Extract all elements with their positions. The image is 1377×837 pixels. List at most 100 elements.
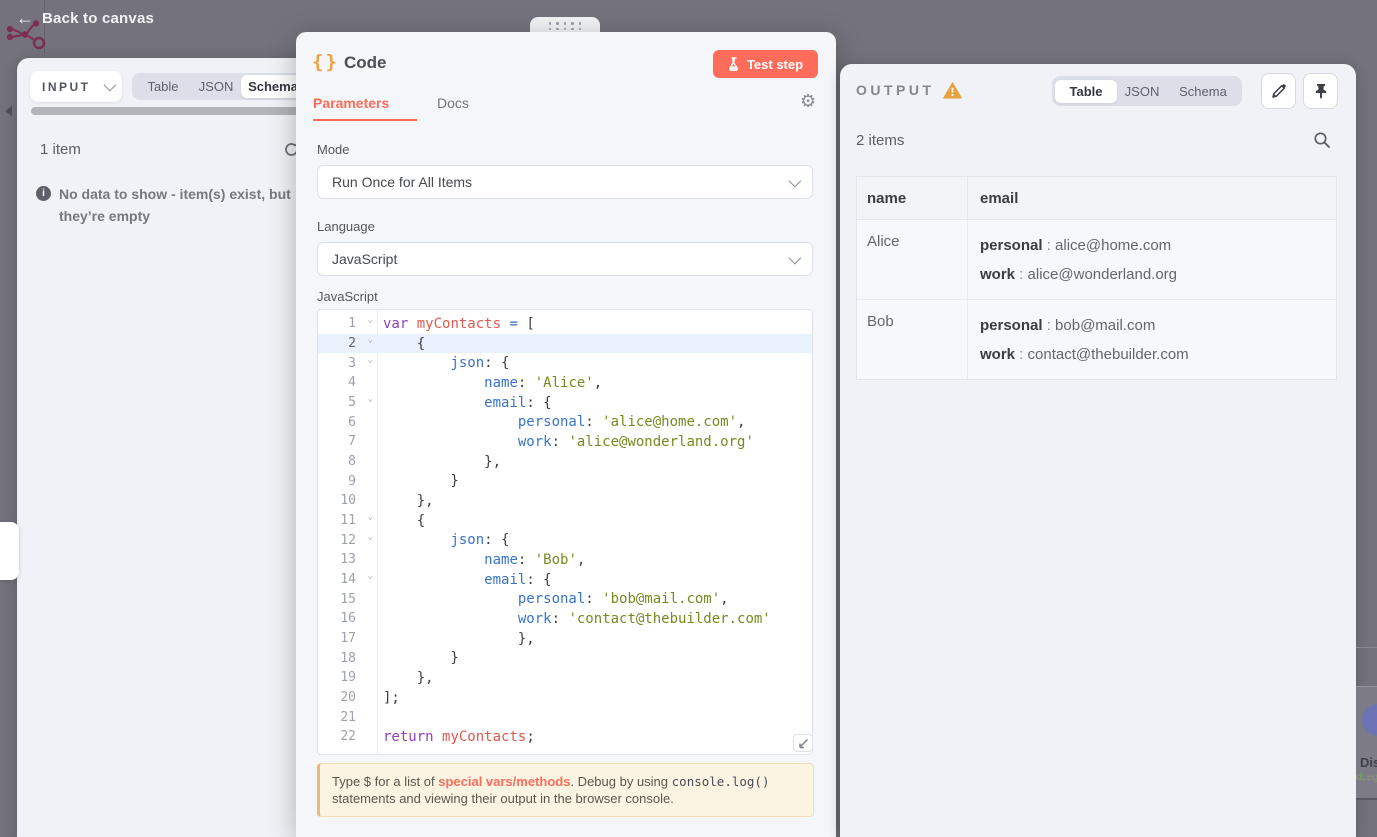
n8n-node-details-view: ← Back to canvas INPUT Table JSON Schema… (0, 0, 1377, 837)
tab-docs[interactable]: Docs (437, 95, 469, 111)
email-entry: work : contact@thebuilder.com (980, 346, 1189, 363)
gutter-separator (377, 310, 378, 754)
special-vars-link[interactable]: special vars/methods (438, 774, 570, 789)
code-line[interactable]: 12 ⌄ json: { (318, 530, 812, 550)
line-number: 12 ⌄ (340, 531, 373, 548)
search-icon[interactable] (1313, 131, 1331, 149)
chevron-down-icon (788, 251, 802, 264)
email-entry: personal : bob@mail.com (980, 317, 1156, 334)
code-line[interactable]: 17 }, (318, 629, 812, 649)
code-line[interactable]: 4 name: 'Alice', (318, 373, 812, 393)
node-settings-gear-icon[interactable]: ⚙ (800, 92, 816, 110)
input-source-selector[interactable]: INPUT (30, 71, 122, 102)
fold-chevron-icon[interactable]: ⌄ (368, 315, 373, 325)
code-line[interactable]: 9 } (318, 471, 812, 491)
line-number: 22 (340, 729, 356, 745)
code-line[interactable]: 19 }, (318, 668, 812, 688)
line-number: 11 ⌄ (340, 512, 373, 529)
code-text: email: { (484, 571, 552, 588)
output-tab-json[interactable]: JSON (1117, 80, 1167, 103)
code-line[interactable]: 18 } (318, 648, 812, 668)
code-text: } (383, 473, 459, 490)
test-step-button[interactable]: Test step (713, 50, 818, 78)
code-text: name: 'Alice', (484, 374, 603, 391)
code-line[interactable]: 10 }, (318, 491, 812, 511)
fold-chevron-icon[interactable]: ⌄ (368, 355, 373, 365)
code-editor[interactable]: 1 ⌄ var myContacts = [2 ⌄ {3 ⌄ json: {4 name… (317, 309, 813, 755)
canvas-node-subtitle: dLega (1356, 772, 1377, 783)
code-text: }, (383, 453, 502, 470)
fold-chevron-icon[interactable]: ⌄ (368, 571, 373, 581)
code-text: return myContacts; (383, 728, 535, 745)
canvas-node-edge (1356, 647, 1377, 648)
language-select-value: JavaScript (332, 251, 398, 267)
fold-chevron-icon[interactable]: ⌄ (368, 512, 373, 522)
back-arrow-icon: ← (16, 8, 34, 28)
pin-data-button[interactable] (1303, 73, 1338, 109)
fold-chevron-icon[interactable]: ⌄ (368, 335, 373, 345)
column-header-email: email (980, 189, 1019, 207)
email-entry: work : alice@wonderland.org (980, 266, 1178, 283)
code-line[interactable]: 5 ⌄ email: { (318, 393, 812, 413)
editor-hint-box: Type $ for a list of special vars/method… (317, 763, 814, 817)
input-empty-message: No data to show - item(s) exist, but the… (59, 186, 291, 224)
hint-text: . Debug by using (570, 774, 672, 789)
cell-name: Bob (857, 300, 968, 379)
line-number: 19 (340, 670, 356, 686)
input-tab-table[interactable]: Table (135, 75, 191, 98)
test-step-label: Test step (746, 56, 804, 72)
code-line[interactable]: 11 ⌄ { (318, 511, 812, 531)
code-text: email: { (484, 394, 552, 411)
mode-field-label: Mode (317, 142, 350, 157)
code-line[interactable]: 2 ⌄ { (318, 333, 812, 354)
fold-chevron-icon[interactable]: ⌄ (368, 394, 373, 404)
resize-arrow-icon (798, 738, 808, 748)
code-line[interactable]: 16 work: 'contact@thebuilder.com' (318, 609, 812, 629)
output-view-tabs: Table JSON Schema (1052, 76, 1242, 106)
line-number: 20 (340, 690, 356, 706)
code-line[interactable]: 14 ⌄ email: { (318, 570, 812, 590)
flask-icon (729, 57, 738, 71)
code-line[interactable]: 22 return myContacts; (318, 727, 812, 747)
active-tab-underline (313, 119, 417, 121)
line-number: 7 (348, 434, 356, 450)
code-line[interactable]: 1 ⌄ var myContacts = [ (318, 314, 812, 334)
editor-resize-handle[interactable] (793, 734, 813, 752)
edit-output-button[interactable] (1261, 73, 1296, 109)
canvas-node-bottom-edge (1356, 798, 1377, 800)
mode-select[interactable]: Run Once for All Items (317, 165, 813, 199)
pencil-icon (1271, 84, 1286, 98)
code-line[interactable]: 6 personal: 'alice@home.com', (318, 412, 812, 432)
code-line[interactable]: 3 ⌄ json: { (318, 353, 812, 373)
mode-select-value: Run Once for All Items (332, 174, 473, 190)
input-tab-json[interactable]: JSON (191, 75, 241, 98)
code-line[interactable]: 15 personal: 'bob@mail.com', (318, 589, 812, 609)
output-tab-table[interactable]: Table (1055, 79, 1117, 103)
code-text: work: 'alice@wonderland.org' (517, 433, 754, 450)
code-text: { (383, 512, 426, 529)
output-tab-schema[interactable]: Schema (1167, 80, 1239, 103)
chevron-down-icon (103, 78, 117, 92)
language-field-label: Language (317, 219, 375, 234)
code-text: work: 'contact@thebuilder.com' (517, 610, 771, 627)
line-number: 1 ⌄ (348, 315, 373, 332)
info-icon: i (36, 186, 51, 201)
node-title: Code (344, 53, 387, 72)
code-line[interactable]: 20]; (318, 688, 812, 708)
code-text: name: 'Bob', (484, 551, 586, 568)
scroll-left-arrow[interactable] (5, 106, 12, 116)
code-text: var myContacts = [ (383, 315, 535, 332)
cell-email: personal : bob@mail.com work : contact@th… (968, 300, 1336, 379)
code-line[interactable]: 8 }, (318, 452, 812, 472)
back-to-canvas-button[interactable]: ← Back to canvas (16, 8, 154, 28)
code-node-icon: {} (312, 51, 339, 73)
code-line[interactable]: 21 (318, 707, 812, 727)
code-line[interactable]: 7 work: 'alice@wonderland.org' (318, 432, 812, 452)
panel-collapse-handle[interactable] (0, 522, 19, 580)
code-line[interactable]: 13 name: 'Bob', (318, 550, 812, 570)
line-number: 13 (340, 552, 356, 568)
drag-dots-icon (548, 22, 582, 30)
tab-parameters[interactable]: Parameters (313, 95, 389, 111)
fold-chevron-icon[interactable]: ⌄ (368, 532, 373, 542)
language-select[interactable]: JavaScript (317, 242, 813, 276)
